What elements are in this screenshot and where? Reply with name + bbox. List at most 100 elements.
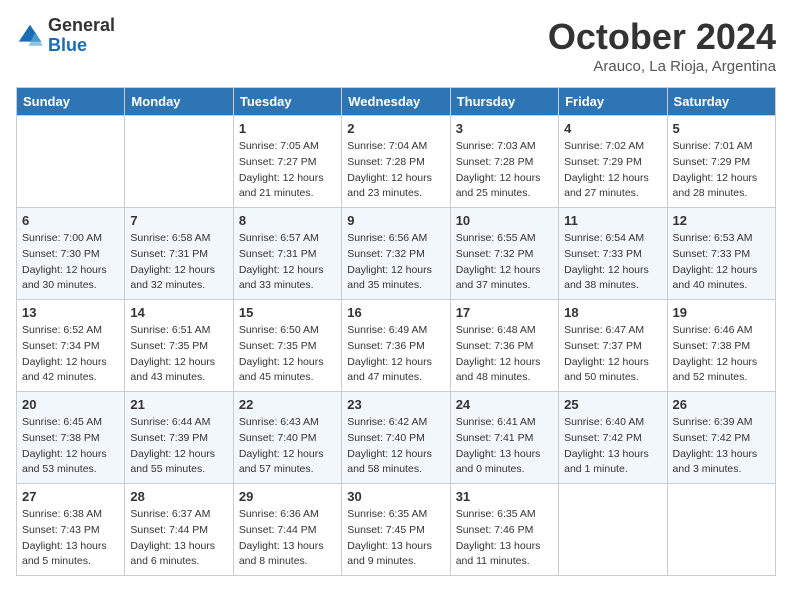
calendar-week-row: 20 Sunrise: 6:45 AMSunset: 7:38 PMDayligh…	[17, 392, 776, 484]
calendar-cell: 10 Sunrise: 6:55 AMSunset: 7:32 PMDayligh…	[450, 208, 558, 300]
day-number: 24	[456, 397, 553, 412]
day-number: 2	[347, 121, 444, 136]
day-number: 8	[239, 213, 336, 228]
day-info: Sunrise: 7:05 AMSunset: 7:27 PMDaylight:…	[239, 139, 336, 202]
calendar-cell: 23 Sunrise: 6:42 AMSunset: 7:40 PMDayligh…	[342, 392, 450, 484]
calendar-cell: 21 Sunrise: 6:44 AMSunset: 7:39 PMDayligh…	[125, 392, 233, 484]
day-info: Sunrise: 6:49 AMSunset: 7:36 PMDaylight:…	[347, 323, 444, 386]
day-number: 22	[239, 397, 336, 412]
calendar-cell: 27 Sunrise: 6:38 AMSunset: 7:43 PMDayligh…	[17, 484, 125, 576]
day-info: Sunrise: 6:41 AMSunset: 7:41 PMDaylight:…	[456, 415, 553, 478]
day-number: 11	[564, 213, 661, 228]
calendar-cell: 22Sunrise: 6:43 AMSunset: 7:40 PMDayligh…	[233, 392, 341, 484]
day-info: Sunrise: 7:02 AMSunset: 7:29 PMDaylight:…	[564, 139, 661, 202]
day-info: Sunrise: 6:48 AMSunset: 7:36 PMDaylight:…	[456, 323, 553, 386]
calendar-cell: 19Sunrise: 6:46 AMSunset: 7:38 PMDayligh…	[667, 300, 775, 392]
calendar-week-row: 27 Sunrise: 6:38 AMSunset: 7:43 PMDayligh…	[17, 484, 776, 576]
day-number: 4	[564, 121, 661, 136]
calendar-cell	[667, 484, 775, 576]
day-info: Sunrise: 6:52 AMSunset: 7:34 PMDaylight:…	[22, 323, 119, 386]
day-header-thursday: Thursday	[450, 88, 558, 116]
day-number: 9	[347, 213, 444, 228]
day-number: 13	[22, 305, 119, 320]
day-info: Sunrise: 6:55 AMSunset: 7:32 PMDaylight:…	[456, 231, 553, 294]
day-info: Sunrise: 6:44 AMSunset: 7:39 PMDaylight:…	[130, 415, 227, 478]
day-number: 21	[130, 397, 227, 412]
day-number: 26	[673, 397, 770, 412]
calendar-cell: 30Sunrise: 6:35 AMSunset: 7:45 PMDayligh…	[342, 484, 450, 576]
day-info: Sunrise: 6:53 AMSunset: 7:33 PMDaylight:…	[673, 231, 770, 294]
day-number: 28	[130, 489, 227, 504]
calendar-cell	[559, 484, 667, 576]
day-number: 15	[239, 305, 336, 320]
calendar-cell: 1 Sunrise: 7:05 AMSunset: 7:27 PMDaylight…	[233, 116, 341, 208]
day-number: 5	[673, 121, 770, 136]
day-number: 27	[22, 489, 119, 504]
calendar-table: SundayMondayTuesdayWednesdayThursdayFrid…	[16, 87, 776, 576]
day-number: 10	[456, 213, 553, 228]
day-info: Sunrise: 6:50 AMSunset: 7:35 PMDaylight:…	[239, 323, 336, 386]
calendar-cell: 31 Sunrise: 6:35 AMSunset: 7:46 PMDayligh…	[450, 484, 558, 576]
day-number: 20	[22, 397, 119, 412]
day-header-tuesday: Tuesday	[233, 88, 341, 116]
calendar-header-row: SundayMondayTuesdayWednesdayThursdayFrid…	[17, 88, 776, 116]
day-info: Sunrise: 6:46 AMSunset: 7:38 PMDaylight:…	[673, 323, 770, 386]
calendar-cell: 13 Sunrise: 6:52 AMSunset: 7:34 PMDayligh…	[17, 300, 125, 392]
day-number: 1	[239, 121, 336, 136]
day-info: Sunrise: 6:35 AMSunset: 7:46 PMDaylight:…	[456, 507, 553, 570]
day-info: Sunrise: 6:47 AMSunset: 7:37 PMDaylight:…	[564, 323, 661, 386]
day-number: 6	[22, 213, 119, 228]
calendar-cell: 3 Sunrise: 7:03 AMSunset: 7:28 PMDaylight…	[450, 116, 558, 208]
day-header-wednesday: Wednesday	[342, 88, 450, 116]
calendar-cell: 4 Sunrise: 7:02 AMSunset: 7:29 PMDaylight…	[559, 116, 667, 208]
logo-blue: Blue	[48, 35, 87, 55]
day-info: Sunrise: 6:42 AMSunset: 7:40 PMDaylight:…	[347, 415, 444, 478]
calendar-cell: 14Sunrise: 6:51 AMSunset: 7:35 PMDayligh…	[125, 300, 233, 392]
calendar-cell: 25Sunrise: 6:40 AMSunset: 7:42 PMDayligh…	[559, 392, 667, 484]
day-number: 18	[564, 305, 661, 320]
day-number: 30	[347, 489, 444, 504]
day-info: Sunrise: 7:03 AMSunset: 7:28 PMDaylight:…	[456, 139, 553, 202]
day-number: 31	[456, 489, 553, 504]
calendar-cell: 26 Sunrise: 6:39 AMSunset: 7:42 PMDayligh…	[667, 392, 775, 484]
calendar-cell: 11Sunrise: 6:54 AMSunset: 7:33 PMDayligh…	[559, 208, 667, 300]
logo-text: General Blue	[48, 16, 115, 56]
calendar-cell: 28 Sunrise: 6:37 AMSunset: 7:44 PMDayligh…	[125, 484, 233, 576]
day-number: 3	[456, 121, 553, 136]
calendar-cell: 17 Sunrise: 6:48 AMSunset: 7:36 PMDayligh…	[450, 300, 558, 392]
day-number: 17	[456, 305, 553, 320]
location-subtitle: Arauco, La Rioja, Argentina	[548, 58, 776, 75]
day-info: Sunrise: 6:45 AMSunset: 7:38 PMDaylight:…	[22, 415, 119, 478]
calendar-week-row: 6 Sunrise: 7:00 AMSunset: 7:30 PMDaylight…	[17, 208, 776, 300]
day-info: Sunrise: 7:00 AMSunset: 7:30 PMDaylight:…	[22, 231, 119, 294]
day-number: 25	[564, 397, 661, 412]
title-block: October 2024 Arauco, La Rioja, Argentina	[548, 16, 776, 75]
calendar-cell: 20 Sunrise: 6:45 AMSunset: 7:38 PMDayligh…	[17, 392, 125, 484]
calendar-week-row: 13 Sunrise: 6:52 AMSunset: 7:34 PMDayligh…	[17, 300, 776, 392]
day-number: 12	[673, 213, 770, 228]
day-number: 29	[239, 489, 336, 504]
calendar-cell: 29 Sunrise: 6:36 AMSunset: 7:44 PMDayligh…	[233, 484, 341, 576]
calendar-cell: 6 Sunrise: 7:00 AMSunset: 7:30 PMDaylight…	[17, 208, 125, 300]
logo-general: General	[48, 15, 115, 35]
calendar-cell: 24 Sunrise: 6:41 AMSunset: 7:41 PMDayligh…	[450, 392, 558, 484]
day-info: Sunrise: 6:37 AMSunset: 7:44 PMDaylight:…	[130, 507, 227, 570]
calendar-week-row: 1 Sunrise: 7:05 AMSunset: 7:27 PMDaylight…	[17, 116, 776, 208]
calendar-cell: 5Sunrise: 7:01 AMSunset: 7:29 PMDaylight…	[667, 116, 775, 208]
day-info: Sunrise: 6:36 AMSunset: 7:44 PMDaylight:…	[239, 507, 336, 570]
day-info: Sunrise: 6:51 AMSunset: 7:35 PMDaylight:…	[130, 323, 227, 386]
month-title: October 2024	[548, 16, 776, 58]
day-info: Sunrise: 6:39 AMSunset: 7:42 PMDaylight:…	[673, 415, 770, 478]
logo-icon	[16, 22, 44, 50]
day-number: 16	[347, 305, 444, 320]
calendar-cell: 15 Sunrise: 6:50 AMSunset: 7:35 PMDayligh…	[233, 300, 341, 392]
day-info: Sunrise: 6:58 AMSunset: 7:31 PMDaylight:…	[130, 231, 227, 294]
day-info: Sunrise: 6:57 AMSunset: 7:31 PMDaylight:…	[239, 231, 336, 294]
day-info: Sunrise: 6:38 AMSunset: 7:43 PMDaylight:…	[22, 507, 119, 570]
calendar-cell: 16 Sunrise: 6:49 AMSunset: 7:36 PMDayligh…	[342, 300, 450, 392]
calendar-cell: 8 Sunrise: 6:57 AMSunset: 7:31 PMDaylight…	[233, 208, 341, 300]
day-number: 23	[347, 397, 444, 412]
day-number: 7	[130, 213, 227, 228]
day-info: Sunrise: 7:04 AMSunset: 7:28 PMDaylight:…	[347, 139, 444, 202]
calendar-cell: 2 Sunrise: 7:04 AMSunset: 7:28 PMDaylight…	[342, 116, 450, 208]
